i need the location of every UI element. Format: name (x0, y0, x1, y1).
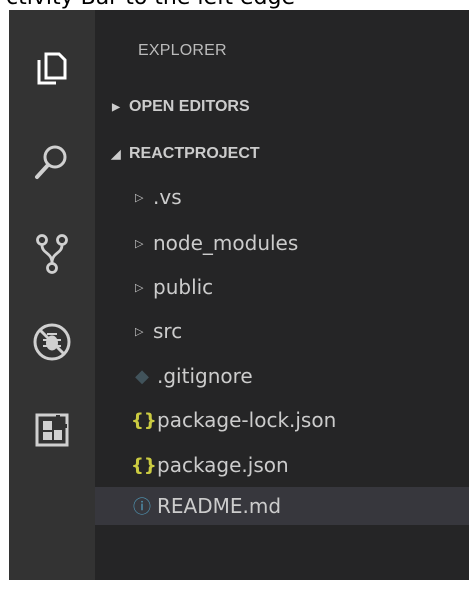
chevron-right-icon: ▷ (135, 324, 144, 338)
section-label: REACTPROJECT (129, 145, 260, 162)
tree-item-package-lock[interactable]: {} package-lock.json (95, 401, 469, 439)
activity-bar (9, 10, 95, 589)
bottom-margin (0, 580, 469, 589)
tree-item-node-modules[interactable]: ▷ node_modules (95, 224, 469, 262)
tree-item-label: src (153, 319, 183, 343)
chevron-right-icon: ▶ (112, 101, 120, 113)
tree-item-src[interactable]: ▷ src (95, 312, 469, 350)
tree-item-label: .gitignore (157, 364, 253, 388)
tree-item-label: node_modules (153, 231, 299, 255)
tree-item-label: package-lock.json (157, 408, 337, 432)
caption-text: ctivity Bar to the left edge (0, 0, 469, 10)
section-label: OPEN EDITORS (129, 98, 250, 115)
explorer-sidebar: EXPLORER ▶ OPEN EDITORS ◢ REACTPROJECT ▷… (95, 10, 469, 580)
explorer-title: EXPLORER (138, 42, 227, 59)
info-icon: ⓘ (133, 497, 151, 518)
explorer-icon[interactable] (9, 38, 95, 98)
tree-item-label: package.json (157, 453, 289, 477)
section-reactproject[interactable]: ◢ REACTPROJECT (95, 141, 469, 167)
tree-item-public[interactable]: ▷ public (95, 268, 469, 306)
tree-item-vs[interactable]: ▷ .vs (95, 178, 469, 216)
search-icon[interactable] (9, 132, 95, 192)
tree-item-label: .vs (153, 185, 182, 209)
tree-item-package-json[interactable]: {} package.json (95, 446, 469, 484)
json-icon: {} (131, 454, 157, 476)
extensions-icon[interactable] (9, 400, 95, 460)
section-open-editors[interactable]: ▶ OPEN EDITORS (95, 94, 469, 120)
left-margin (0, 10, 9, 589)
tree-item-gitignore[interactable]: ◆ .gitignore (95, 357, 469, 395)
tree-item-label: public (153, 275, 214, 299)
tree-item-readme[interactable]: ⓘ README.md (95, 487, 469, 525)
source-control-icon[interactable] (9, 224, 95, 284)
tree-item-label: README.md (157, 494, 282, 518)
json-icon: {} (131, 409, 157, 431)
chevron-right-icon: ▷ (135, 280, 144, 294)
chevron-right-icon: ▷ (135, 190, 144, 204)
chevron-down-icon: ◢ (111, 147, 121, 161)
chevron-right-icon: ▷ (135, 236, 144, 250)
git-icon: ◆ (135, 365, 149, 387)
debug-icon[interactable] (9, 312, 95, 372)
